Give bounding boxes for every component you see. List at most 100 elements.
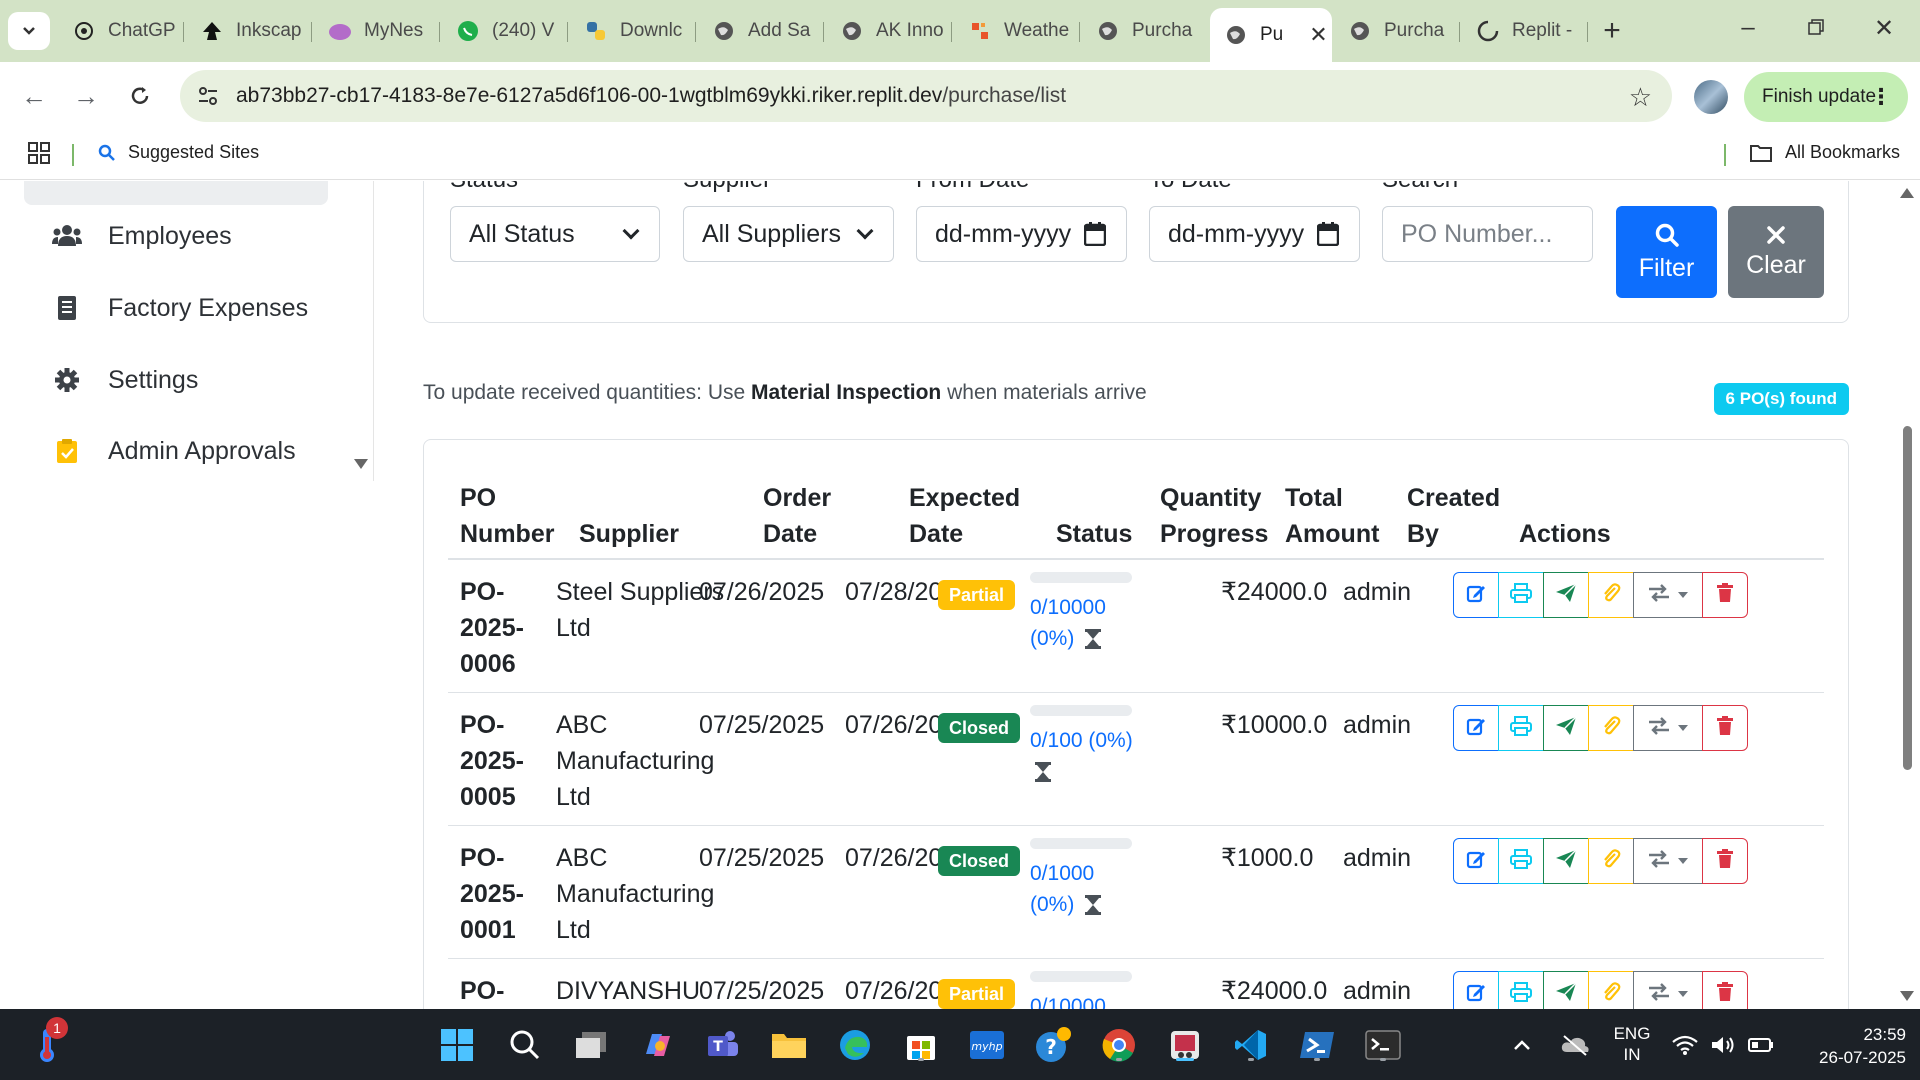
tab-download[interactable]: Downlc — [570, 10, 696, 52]
calendar-icon[interactable] — [1083, 222, 1107, 253]
send-button[interactable] — [1543, 572, 1589, 618]
attach-button[interactable] — [1588, 705, 1634, 751]
send-button[interactable] — [1543, 971, 1589, 1009]
table-row[interactable]: PO- 2025- 0006 Steel Suppliers Ltd 07/26/2025… — [448, 560, 1824, 693]
sidebar-item-settings[interactable]: Settings — [52, 365, 198, 395]
status-select[interactable]: All Status — [450, 206, 660, 262]
myhp-icon[interactable]: myhp — [968, 1026, 1006, 1064]
scroll-up-icon[interactable] — [1900, 188, 1914, 198]
tab-purchase-active[interactable]: Pu ✕ — [1210, 8, 1332, 62]
column-header-po-number[interactable]: PO Number — [460, 480, 554, 552]
delete-button[interactable] — [1702, 705, 1748, 751]
site-info-icon[interactable] — [196, 84, 220, 114]
delete-button[interactable] — [1702, 572, 1748, 618]
convert-dropdown-button[interactable] — [1633, 971, 1703, 1009]
sidebar-item-employees[interactable]: Employees — [52, 221, 232, 251]
po-number[interactable]: PO- 2025- 0006 — [460, 574, 550, 682]
convert-dropdown-button[interactable] — [1633, 838, 1703, 884]
attach-button[interactable] — [1588, 838, 1634, 884]
delete-button[interactable] — [1702, 971, 1748, 1009]
column-header-total-amount[interactable]: Total Amount — [1285, 480, 1379, 552]
to-date-input[interactable]: dd-mm-yyyy — [1149, 206, 1360, 262]
clock[interactable]: 23:59 26-07-2025 — [1802, 1023, 1906, 1069]
convert-dropdown-button[interactable] — [1633, 572, 1703, 618]
from-date-input[interactable]: dd-mm-yyyy — [916, 206, 1127, 262]
tab-weather[interactable]: Weathe — [954, 10, 1080, 52]
file-explorer-icon[interactable] — [770, 1026, 808, 1064]
table-row[interactable]: PO- 2025- 0005 ABC Manufacturing Ltd 07/25/202… — [448, 693, 1824, 826]
tab-search-button[interactable] — [8, 12, 50, 50]
attach-button[interactable] — [1588, 971, 1634, 1009]
sidebar-item-active-stub[interactable] — [24, 181, 328, 205]
print-button[interactable] — [1498, 971, 1544, 1009]
copilot-icon[interactable] — [638, 1026, 676, 1064]
edit-button[interactable] — [1453, 705, 1499, 751]
reload-button[interactable] — [122, 78, 158, 114]
edit-button[interactable] — [1453, 838, 1499, 884]
tab-add-sa[interactable]: Add Sa — [698, 10, 824, 52]
column-header-created-by[interactable]: Created By — [1407, 480, 1500, 552]
convert-dropdown-button[interactable] — [1633, 705, 1703, 751]
search-icon[interactable] — [506, 1026, 544, 1064]
filter-button[interactable]: Filter — [1616, 206, 1717, 298]
powershell-icon[interactable] — [1298, 1026, 1336, 1064]
calendar-icon[interactable] — [1316, 222, 1340, 253]
print-button[interactable] — [1498, 572, 1544, 618]
vscode-icon[interactable] — [1232, 1026, 1270, 1064]
show-hidden-icons-chevron-icon[interactable] — [1508, 1026, 1536, 1064]
back-button[interactable]: ← — [16, 78, 52, 114]
store-icon[interactable] — [902, 1026, 940, 1064]
tab-mynes[interactable]: MyNes — [314, 10, 440, 52]
column-header-quantity-progress[interactable]: Quantity Progress — [1160, 480, 1268, 552]
avatar[interactable] — [1694, 80, 1728, 114]
send-button[interactable] — [1543, 705, 1589, 751]
sidebar-scroll-down-icon[interactable] — [354, 459, 368, 469]
teams-icon[interactable]: T — [704, 1026, 742, 1064]
edit-button[interactable] — [1453, 971, 1499, 1009]
po-number[interactable]: PO- — [460, 973, 550, 1009]
task-view-icon[interactable] — [572, 1026, 610, 1064]
new-tab-button[interactable]: + — [1592, 14, 1632, 48]
wifi-icon[interactable] — [1670, 1026, 1700, 1064]
forward-button[interactable]: → — [68, 78, 104, 114]
snipping-tool-icon[interactable] — [1166, 1026, 1204, 1064]
language-indicator[interactable]: ENG IN — [1606, 1023, 1658, 1065]
column-header-expected-date[interactable]: Expected Date — [909, 480, 1020, 552]
windows-start-icon[interactable] — [438, 1026, 476, 1064]
column-header-order-date[interactable]: Order Date — [763, 480, 831, 552]
apps-grid-icon[interactable] — [28, 142, 50, 169]
send-button[interactable] — [1543, 838, 1589, 884]
tab-purchase-2[interactable]: Purcha — [1334, 10, 1460, 52]
delete-button[interactable] — [1702, 838, 1748, 884]
restore-button[interactable] — [1796, 14, 1836, 42]
bookmark-star-icon[interactable]: ☆ — [1629, 82, 1652, 113]
po-search-input[interactable]: PO Number... — [1382, 206, 1593, 262]
column-header-supplier[interactable]: Supplier — [579, 516, 679, 552]
all-bookmarks-button[interactable]: All Bookmarks — [1749, 142, 1900, 163]
print-button[interactable] — [1498, 705, 1544, 751]
clear-button[interactable]: Clear — [1728, 206, 1824, 298]
tab-ak-inno[interactable]: AK Inno — [826, 10, 952, 52]
page-scrollbar[interactable] — [1894, 181, 1920, 1009]
close-icon[interactable]: ✕ — [1309, 22, 1327, 48]
scroll-thumb[interactable] — [1903, 426, 1912, 770]
battery-icon[interactable] — [1746, 1026, 1776, 1064]
tab-whatsapp[interactable]: (240) V — [442, 10, 568, 52]
table-row[interactable]: PO- 2025- 0001 ABC Manufacturing Ltd 07/25/202… — [448, 826, 1824, 959]
edge-icon[interactable] — [836, 1026, 874, 1064]
onedrive-offline-icon[interactable] — [1556, 1026, 1594, 1064]
po-number[interactable]: PO- 2025- 0005 — [460, 707, 550, 815]
sidebar-item-admin-approvals[interactable]: Admin Approvals — [52, 436, 296, 466]
sidebar-item-factory-expenses[interactable]: Factory Expenses — [52, 293, 308, 323]
url-input[interactable]: ab73bb27-cb17-4183-8e7e-6127a5d6f106-00-… — [180, 70, 1672, 122]
print-button[interactable] — [1498, 838, 1544, 884]
volume-icon[interactable] — [1708, 1026, 1738, 1064]
table-row[interactable]: PO- DIVYANSHU 07/25/2025 07/26/2025 Partial 0… — [448, 959, 1824, 1009]
scroll-down-icon[interactable] — [1900, 991, 1914, 1001]
terminal-icon[interactable] — [1364, 1026, 1402, 1064]
finish-update-button[interactable]: Finish update ⋮ — [1744, 72, 1908, 122]
tab-chatgpt[interactable]: ChatGP — [58, 10, 184, 52]
po-number[interactable]: PO- 2025- 0001 — [460, 840, 550, 948]
attach-button[interactable] — [1588, 572, 1634, 618]
bookmark-suggested-sites[interactable]: Suggested Sites — [98, 142, 259, 163]
